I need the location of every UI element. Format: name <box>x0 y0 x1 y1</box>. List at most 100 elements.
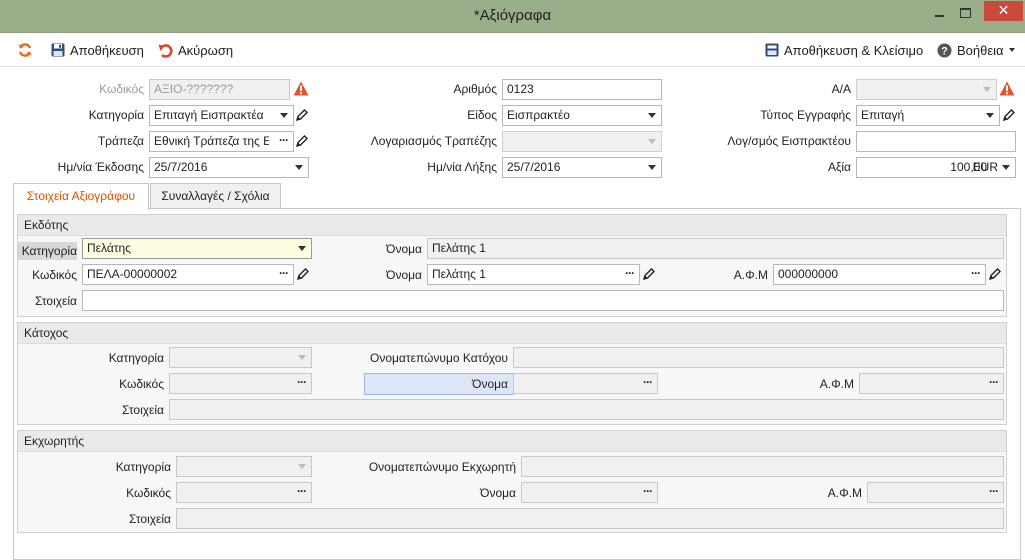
assignor-category-select[interactable] <box>176 456 312 477</box>
assignor-details-field <box>176 508 1004 529</box>
dropdown-arrow-icon <box>280 113 288 118</box>
assignor-afm-label: Α.Φ.Μ <box>827 486 862 500</box>
holder-afm-label: Α.Φ.Μ <box>819 377 854 391</box>
browse-dots-icon[interactable]: ··· <box>297 374 307 392</box>
issuer-code-field[interactable]: ΠΕΛΑ-00000002 ··· <box>82 264 294 285</box>
warning-icon <box>293 81 309 96</box>
holder-name-field[interactable]: ··· <box>513 373 658 394</box>
assignor-name-label: Όνομα <box>480 486 516 500</box>
edit-pencil-icon[interactable] <box>642 267 656 281</box>
code-field[interactable]: ΑΞΙΟ-??????? <box>149 79 290 100</box>
help-menu-button[interactable]: ? Βοήθεια <box>937 41 1015 59</box>
assignor-code-label: Κωδικός <box>126 486 171 500</box>
edit-pencil-icon[interactable] <box>988 267 1002 281</box>
issuer-details-field[interactable] <box>82 290 1004 311</box>
edit-pencil-icon[interactable] <box>296 267 310 281</box>
holder-code-label: Κωδικός <box>119 377 164 391</box>
issuer-code-label: Κωδικός <box>32 268 77 282</box>
refresh-button[interactable] <box>17 41 33 59</box>
holder-afm-field[interactable]: ··· <box>859 373 1004 394</box>
issuer-name-label: Όνομα <box>386 242 422 256</box>
browse-dots-icon[interactable]: ··· <box>971 265 981 283</box>
caret-down-icon <box>1008 48 1015 52</box>
tab-transactions-comments[interactable]: Συναλλαγές / Σχόλια <box>150 183 281 209</box>
browse-dots-icon[interactable]: ··· <box>279 132 289 150</box>
issuer-name-field: Πελάτης 1 <box>427 238 1004 259</box>
toolbar: Αποθήκευση Ακύρωση Αποθήκευση & Κλείσιμο… <box>0 33 1025 67</box>
issuer-name2-field[interactable]: Πελάτης 1 ··· <box>427 264 640 285</box>
issuer-afm-field[interactable]: 000000000 ··· <box>773 264 986 285</box>
assignor-fullname-label: Ονοματεπώνυμο Εκχωρητή <box>368 460 516 474</box>
cancel-button[interactable]: Ακύρωση <box>158 41 233 59</box>
kind-label: Είδος <box>467 108 497 122</box>
number-label: Αριθμός <box>453 82 497 96</box>
assignor-group-title: Εκχωρητής <box>18 431 1006 452</box>
window-title: *Αξιόγραφα <box>473 7 552 24</box>
browse-dots-icon[interactable]: ··· <box>297 483 307 501</box>
assignor-name-field[interactable]: ··· <box>521 482 658 503</box>
kind-select[interactable]: Εισπρακτέο <box>502 105 662 126</box>
close-window-button[interactable]: ✕ <box>984 1 1023 21</box>
help-label: Βοήθεια <box>957 42 1004 58</box>
save-button[interactable]: Αποθήκευση <box>51 41 144 59</box>
save-close-icon <box>765 43 779 57</box>
issuer-category-select[interactable]: Πελάτης <box>82 238 312 259</box>
amount-label: Αξία <box>828 160 851 174</box>
number-field[interactable]: 0123 <box>502 79 662 100</box>
maximize-button[interactable] <box>954 6 978 20</box>
edit-pencil-icon[interactable] <box>295 108 309 122</box>
refresh-icon <box>17 42 33 58</box>
due-date-picker[interactable]: 25/7/2016 <box>502 157 662 178</box>
save-and-close-button[interactable]: Αποθήκευση & Κλείσιμο <box>765 41 923 59</box>
browse-dots-icon[interactable]: ··· <box>643 374 653 392</box>
issue-date-label: Ημ/νία Έκδοσης <box>57 160 144 174</box>
browse-dots-icon[interactable]: ··· <box>279 265 289 283</box>
category-label: Κατηγορία <box>88 108 144 122</box>
dropdown-arrow-icon <box>298 246 306 251</box>
dropdown-arrow-icon <box>648 165 656 170</box>
help-icon: ? <box>937 43 952 58</box>
browse-dots-icon[interactable]: ··· <box>625 265 635 283</box>
collection-account-field[interactable] <box>856 131 1016 152</box>
minimize-button[interactable] <box>928 6 952 20</box>
amount-field[interactable]: 100,00 EUR <box>856 157 1016 178</box>
code-label: Κωδικός <box>99 82 144 96</box>
dropdown-arrow-icon <box>298 464 306 469</box>
issuer-group-title: Εκδότης <box>18 215 1006 236</box>
bank-account-select[interactable] <box>502 131 662 152</box>
edit-pencil-icon[interactable] <box>295 134 309 148</box>
due-date-label: Ημ/νία Λήξης <box>427 160 497 174</box>
save-close-label: Αποθήκευση & Κλείσιμο <box>784 42 924 58</box>
dropdown-arrow-icon <box>648 113 656 118</box>
holder-category-select[interactable] <box>169 347 312 368</box>
currency-label: EUR <box>972 160 998 174</box>
save-label: Αποθήκευση <box>70 42 144 58</box>
record-type-label: Τύπος Εγγραφής <box>760 108 851 122</box>
holder-code-field[interactable]: ··· <box>169 373 312 394</box>
browse-dots-icon[interactable]: ··· <box>989 374 999 392</box>
assignor-code-field[interactable]: ··· <box>176 482 312 503</box>
holder-category-label: Κατηγορία <box>108 351 164 365</box>
browse-dots-icon[interactable]: ··· <box>643 483 653 501</box>
bank-field[interactable]: Εθνική Τράπεζα της Ε ··· <box>149 131 294 152</box>
window-titlebar: *Αξιόγραφα ✕ <box>0 0 1025 33</box>
dropdown-arrow-icon[interactable] <box>1002 165 1010 170</box>
assignor-afm-field[interactable]: ··· <box>867 482 1004 503</box>
dropdown-arrow-icon <box>648 139 656 144</box>
assignor-category-label: Κατηγορία <box>115 460 171 474</box>
edit-pencil-icon[interactable] <box>1002 108 1016 122</box>
holder-group-title: Κάτοχος <box>18 323 1006 344</box>
issuer-details-label: Στοιχεία <box>34 294 77 308</box>
holder-fullname-field <box>513 347 1004 368</box>
aa-select[interactable] <box>856 79 997 100</box>
dropdown-arrow-icon <box>983 87 991 92</box>
bank-account-label: Λογαριασμός Τραπέζης <box>370 134 497 148</box>
issue-date-picker[interactable]: 25/7/2016 <box>149 157 309 178</box>
bank-label: Τράπεζα <box>97 134 144 148</box>
undo-icon <box>158 43 173 58</box>
record-type-select[interactable]: Επιταγή <box>856 105 1000 126</box>
browse-dots-icon[interactable]: ··· <box>989 483 999 501</box>
tab-cheque-details[interactable]: Στοιχεία Αξιογράφου <box>13 183 149 210</box>
holder-name-label: Όνομα <box>472 377 508 391</box>
category-select[interactable]: Επιταγή Εισπρακτέα <box>149 105 294 126</box>
